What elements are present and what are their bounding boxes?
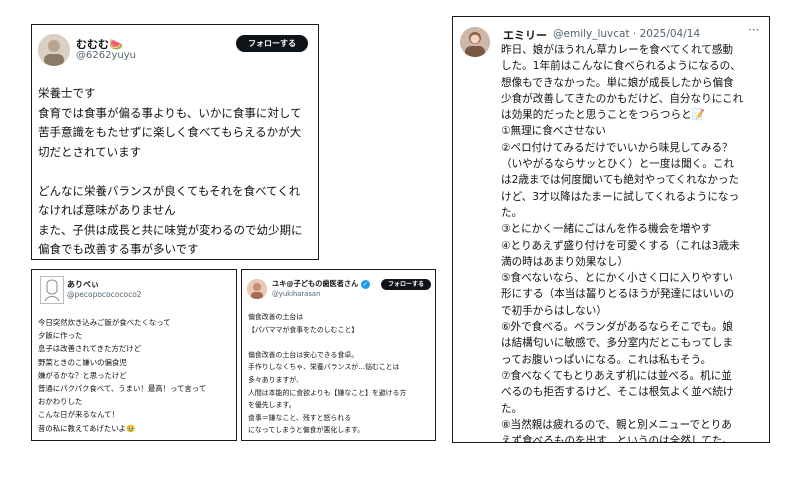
post-line: ってお腹いっぱいになる。これは私もそう。 <box>501 353 712 366</box>
post-line: 満の時はあまり効果なし） <box>501 255 629 268</box>
post-line: 【パパママが食事をたのしむこと】 <box>248 325 359 334</box>
post-line: どんなに栄養バランスが良くてもそれを食べてくれ <box>38 183 301 198</box>
post-line: 少食が改善してきたのかもだけど、自分なりにこれ <box>501 92 744 105</box>
post-line: ④とりあえず盛り付けを可愛くする（これは3歳未 <box>501 239 740 252</box>
post-line: また、子供は成長と共に味覚が変わるので幼少期に <box>38 222 303 237</box>
post-text: 昨日、娘がほうれん草カレーを食べてくれて感動 した。1年前はこんなに食べられるよ… <box>501 42 769 443</box>
post-line: 切だとされています <box>38 144 142 159</box>
more-options-icon[interactable]: ··· <box>748 23 759 37</box>
verified-badge-icon: ✓ <box>360 279 370 289</box>
post-line: た。 <box>501 206 523 219</box>
avatar[interactable] <box>247 279 267 299</box>
follow-button[interactable]: フォローする <box>381 279 431 290</box>
post-line: ③とにかく一緒にごはんを作る機会を増やす <box>501 223 712 236</box>
post-line: ⑤食べないなら、とにかく小さく口に入りやすい <box>501 272 733 285</box>
post-line: ①無理に食べさせない <box>501 125 606 138</box>
author-name[interactable]: ありべぃ <box>67 279 99 290</box>
post-line: けど、3才以降はたまーに試してくれるようになっ <box>501 190 740 203</box>
post-line: 食育では食事が偏る事よりも、いかに食事に対して <box>38 105 302 120</box>
post-line: ⑦食べなくてもとりあえず机には並べる。机に並 <box>501 369 732 382</box>
follow-button[interactable]: フォローする <box>236 35 308 52</box>
avatar[interactable] <box>460 27 490 57</box>
post-line: 野菜ときのこ嫌いの偏食児 <box>38 357 127 367</box>
post-line: は結構匂いに敏感で、多分室内だとこもってしま <box>501 337 734 350</box>
post-line: した。1年前はこんなに食べられるようになるの、 <box>501 60 741 73</box>
avatar-icon <box>460 27 490 57</box>
avatar[interactable] <box>38 34 70 66</box>
post-line: 偏食改善の土台は <box>248 313 304 321</box>
post-line: こんな日が来るなんて！ <box>38 410 119 420</box>
post-line: 形にする（本当は齧りとるほうが発達にはいいの <box>501 288 735 301</box>
post-line: 想像もできなかった。単に娘が成長したから偏食 <box>501 76 734 89</box>
post-line: 食事＝嫌なこと、残すと怒られる <box>248 413 352 422</box>
post-line: なければ意味がありません <box>38 203 176 217</box>
post-line: べるのも拒否するけど、そこは根気よく並べ続け <box>501 386 734 399</box>
post-line: （いやがるならサッとひく）と一度は聞く。これ <box>501 158 735 171</box>
author-handle[interactable]: @pecopococococo2 <box>67 290 142 299</box>
post-line: 苦手意識をもたせずに楽しく食べてもらえるかが大 <box>38 125 302 139</box>
post-line: は2歳までは何度聞いても絶対やってくれなかった <box>501 174 740 187</box>
post-line: 偏食でも改善する事が多いです <box>38 242 199 256</box>
author-handle-date[interactable]: @emily_luvcat · 2025/04/14 <box>553 28 700 40</box>
avatar-icon <box>247 279 267 299</box>
author-name[interactable]: ユキ@子どもの歯医者さん ✓ <box>272 279 370 289</box>
avatar[interactable] <box>40 276 64 304</box>
post-line: 今日突然炊き込みご飯が食べたくなって <box>38 318 171 327</box>
avatar-icon <box>38 34 70 66</box>
post-text: 今日突然炊き込みご飯が食べたくなって 夕飯に作った 息子は改善されてきた方だけど… <box>38 316 234 435</box>
author-handle[interactable]: @6262yuyu <box>76 50 136 61</box>
post-line: ⑧当然親は疲れるので、親と別メニューでとりあ <box>501 418 732 431</box>
author-name[interactable]: エミリー <box>503 27 547 43</box>
post-card-emily: エミリー @emily_luvcat · 2025/04/14 ··· 昨日、娘… <box>452 16 770 443</box>
post-line: 夕飯に作った <box>38 331 83 341</box>
post-line: おかわりした <box>38 397 83 407</box>
post-line: ②ペロ付けてみるだけでいいから味見してみる？ <box>501 141 733 154</box>
post-line: 多々ありますが、 <box>248 375 303 384</box>
avatar-icon <box>41 277 63 303</box>
post-line: は効果的だったと思うことをつらつらと📝 <box>501 109 705 122</box>
post-line: 息子は改善されてきた方だけど <box>38 344 142 354</box>
post-line: 昔の私に教えてあげたいよ🥹 <box>38 423 136 433</box>
post-line: ⑥外で食べる。ベランダがあるならそこでも。娘 <box>501 321 733 334</box>
post-line: を優先します。 <box>248 401 296 410</box>
post-line: で初手からはしない） <box>501 304 607 317</box>
author-handle[interactable]: @yukiharasan <box>272 290 320 298</box>
post-card-yuki: ユキ@子どもの歯医者さん ✓ @yukiharasan フォローする 偏食改善の… <box>241 269 436 441</box>
post-text: 栄養士です 食育では食事が偏る事よりも、いかに食事に対して 苦手意識をもたせずに… <box>38 84 314 259</box>
post-line: 嫌がるかな？と思ったけど <box>38 370 127 380</box>
post-line: になってしまうと偏食が悪化します。 <box>248 426 365 435</box>
post-line: 人間は本能的に食欲よりも【嫌なこと】を避ける方 <box>248 388 407 397</box>
post-line: えず食べるものを出す、というのは全然してた。 <box>501 435 733 443</box>
post-card-aribei: ありべぃ @pecopococococo2 今日突然炊き込みご飯が食べたくなって… <box>31 269 237 441</box>
post-card-mumumu: むむむ🍉 @6262yuyu フォローする 栄養士です 食育では食事が偏る事より… <box>31 24 319 260</box>
author-name-text: ユキ@子どもの歯医者さん <box>272 279 359 288</box>
post-line: 手作りしなくちゃ、栄養バランスが…悩むことは <box>248 363 400 372</box>
post-line: 栄養士です <box>38 86 96 100</box>
post-line: た。 <box>501 402 523 415</box>
post-text: 偏食改善の土台は 【パパママが食事をたのしむこと】 偏食改善の土台は安心できる食… <box>248 311 434 437</box>
post-line: 昨日、娘がほうれん草カレーを食べてくれて感動 <box>501 44 734 56</box>
post-line: 普通にパクパク食べて、うまい！最高！って言って <box>38 384 207 394</box>
post-line: 偏食改善の土台は安心できる食卓。 <box>248 350 359 359</box>
